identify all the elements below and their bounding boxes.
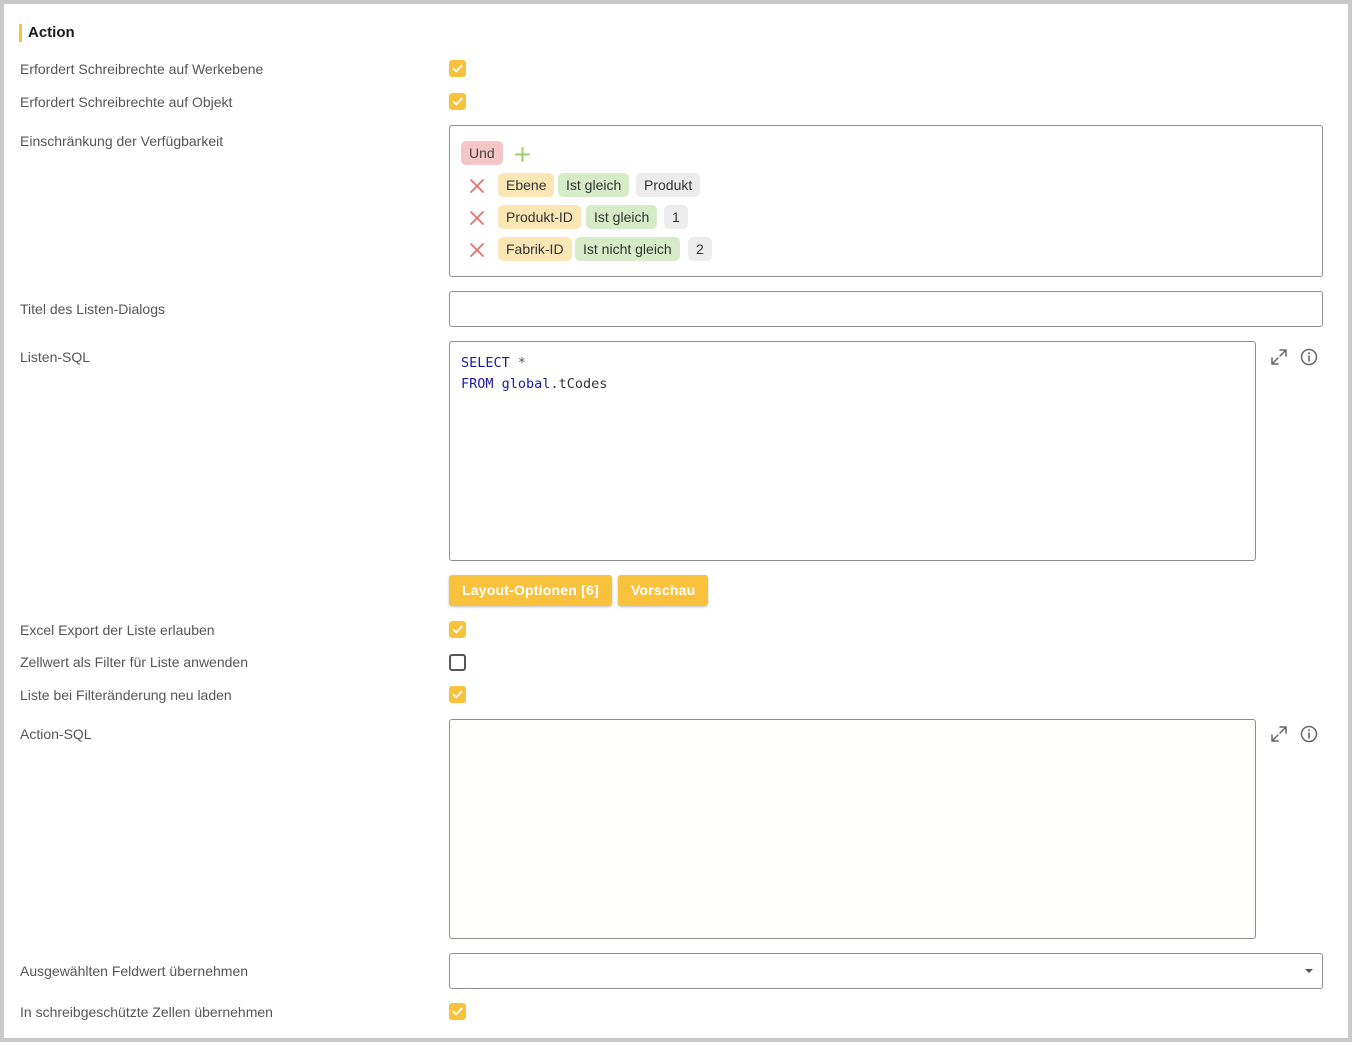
action-sql-label: Action-SQL — [20, 726, 92, 742]
reload-on-filter-checkbox[interactable] — [449, 686, 466, 703]
list-sql-code: SELECT * FROM global.tCodes — [461, 355, 608, 392]
write-plant-checkbox[interactable] — [449, 60, 466, 77]
list-dialog-title-input[interactable] — [449, 291, 1323, 327]
close-icon[interactable] — [470, 243, 484, 257]
expand-icon[interactable] — [1270, 725, 1288, 743]
readonly-cells-label: In schreibgeschützte Zellen übernehmen — [20, 1004, 273, 1020]
excel-export-checkbox[interactable] — [449, 621, 466, 638]
condition-builder: Und Ebene Ist gleich Produkt Produkt-ID … — [449, 125, 1323, 277]
preview-button[interactable]: Vorschau — [618, 575, 709, 606]
condition-field-tag[interactable]: Produkt-ID — [498, 205, 581, 229]
info-icon[interactable] — [1300, 725, 1318, 743]
take-field-value-label: Ausgewählten Feldwert übernehmen — [20, 963, 249, 979]
checkmark-icon — [452, 690, 463, 699]
readonly-cells-checkbox[interactable] — [449, 1003, 466, 1020]
info-icon[interactable] — [1300, 348, 1318, 366]
write-object-checkbox[interactable] — [449, 93, 466, 110]
expand-icon[interactable] — [1270, 348, 1288, 366]
condition-operator-tag[interactable]: Ist nicht gleich — [575, 237, 680, 261]
action-sql-editor[interactable] — [449, 719, 1256, 939]
reload-on-filter-label: Liste bei Filteränderung neu laden — [20, 687, 232, 703]
plus-icon[interactable] — [515, 147, 530, 162]
cell-filter-label: Zellwert als Filter für Liste anwenden — [20, 654, 248, 670]
close-icon[interactable] — [470, 179, 484, 193]
checkmark-icon — [452, 97, 463, 106]
take-field-value-select[interactable] — [449, 953, 1323, 989]
checkmark-icon — [452, 625, 463, 634]
write-object-label: Erfordert Schreibrechte auf Objekt — [20, 94, 233, 110]
caret-down-icon — [1305, 969, 1313, 973]
cell-filter-checkbox[interactable] — [449, 654, 466, 671]
close-icon[interactable] — [470, 211, 484, 225]
checkmark-icon — [452, 64, 463, 73]
condition-value-tag[interactable]: 1 — [664, 205, 688, 229]
condition-field-tag[interactable]: Ebene — [498, 173, 555, 197]
excel-export-label: Excel Export der Liste erlauben — [20, 622, 215, 638]
list-sql-label: Listen-SQL — [20, 349, 91, 365]
condition-operator-tag[interactable]: Ist gleich — [558, 173, 630, 197]
condition-value-tag[interactable]: 2 — [688, 237, 712, 261]
condition-field-tag[interactable]: Fabrik-ID — [498, 237, 572, 261]
write-plant-label: Erfordert Schreibrechte auf Werkebene — [20, 61, 264, 77]
conjunction-tag[interactable]: Und — [461, 141, 503, 165]
availability-label: Einschränkung der Verfügbarkeit — [20, 133, 224, 149]
layout-options-button[interactable]: Layout-Optionen [6] — [449, 575, 612, 606]
condition-value-tag[interactable]: Produkt — [636, 173, 701, 197]
list-dialog-title-label: Titel des Listen-Dialogs — [20, 301, 165, 317]
condition-operator-tag[interactable]: Ist gleich — [586, 205, 658, 229]
section-title: Action — [19, 24, 75, 42]
checkmark-icon — [452, 1007, 463, 1016]
